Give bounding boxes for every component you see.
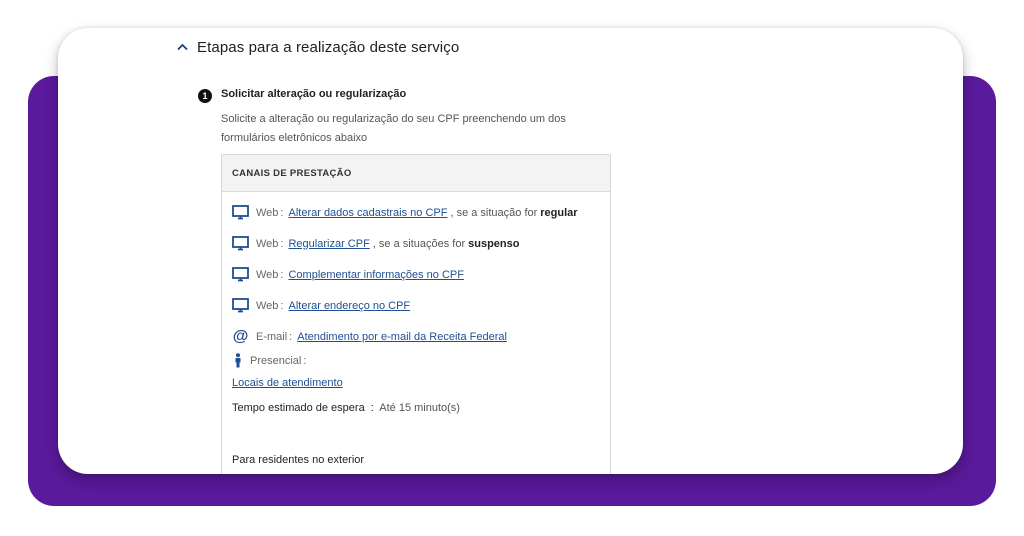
channel-status: suspenso — [468, 237, 520, 250]
exterior-heading: Para residentes no exterior — [232, 454, 365, 466]
channels-heading: CANAIS DE PRESTAÇÃO — [222, 155, 610, 192]
channels-box: CANAIS DE PRESTAÇÃO Web : Alterar dados … — [221, 154, 611, 474]
channel-type: Web — [256, 237, 279, 250]
wait-time-row: Tempo estimado de espera : Até 15 minuto… — [232, 402, 460, 414]
section-toggle[interactable]: Etapas para a realização deste serviço — [176, 36, 459, 58]
channel-row-web-1: Web : Alterar dados cadastrais no CPF , … — [232, 205, 578, 220]
monitor-icon — [232, 205, 249, 220]
link-alterar-endereco[interactable]: Alterar endereço no CPF — [288, 300, 410, 312]
wait-time-label: Tempo estimado de espera — [232, 402, 365, 414]
channel-row-web-3: Web : Complementar informações no CPF — [232, 267, 464, 282]
channel-type: Web — [256, 299, 279, 312]
monitor-icon — [232, 267, 249, 282]
step-description: Solicite a alteração ou regularização do… — [221, 113, 566, 144]
monitor-icon — [232, 298, 249, 313]
link-alterar-dados[interactable]: Alterar dados cadastrais no CPF — [288, 207, 447, 219]
wait-time-value: Até 15 minuto(s) — [379, 402, 460, 414]
link-complementar-informacoes[interactable]: Complementar informações no CPF — [288, 269, 463, 281]
link-atendimento-email[interactable]: Atendimento por e-mail da Receita Federa… — [297, 331, 507, 343]
link-regularizar-cpf[interactable]: Regularizar CPF — [288, 238, 369, 250]
content-card: Etapas para a realização deste serviço 1… — [58, 28, 963, 474]
chevron-up-icon — [176, 41, 188, 53]
channel-type: Presencial — [250, 354, 302, 367]
link-locais-atendimento[interactable]: Locais de atendimento — [232, 377, 343, 389]
channel-type: Web — [256, 268, 279, 281]
channel-row-web-4: Web : Alterar endereço no CPF — [232, 298, 410, 313]
channel-type: Web — [256, 206, 279, 219]
monitor-icon — [232, 236, 249, 251]
step-title: Solicitar alteração ou regularização — [221, 88, 407, 100]
channel-type: E-mail — [256, 330, 288, 343]
channel-row-presencial: Presencial : — [232, 353, 311, 368]
at-icon: @ — [232, 327, 249, 345]
channel-suffix: , se a situação for — [450, 206, 538, 219]
locais-row: Locais de atendimento — [232, 377, 343, 389]
channel-row-web-2: Web : Regularizar CPF , se a situações f… — [232, 236, 519, 251]
channel-row-email: @ E-mail : Atendimento por e-mail da Rec… — [232, 327, 507, 345]
channel-suffix: , se a situações for — [372, 237, 466, 250]
channel-status: regular — [540, 206, 578, 219]
step-number-badge: 1 — [198, 89, 212, 103]
section-title: Etapas para a realização deste serviço — [197, 38, 460, 56]
person-icon — [232, 353, 243, 368]
